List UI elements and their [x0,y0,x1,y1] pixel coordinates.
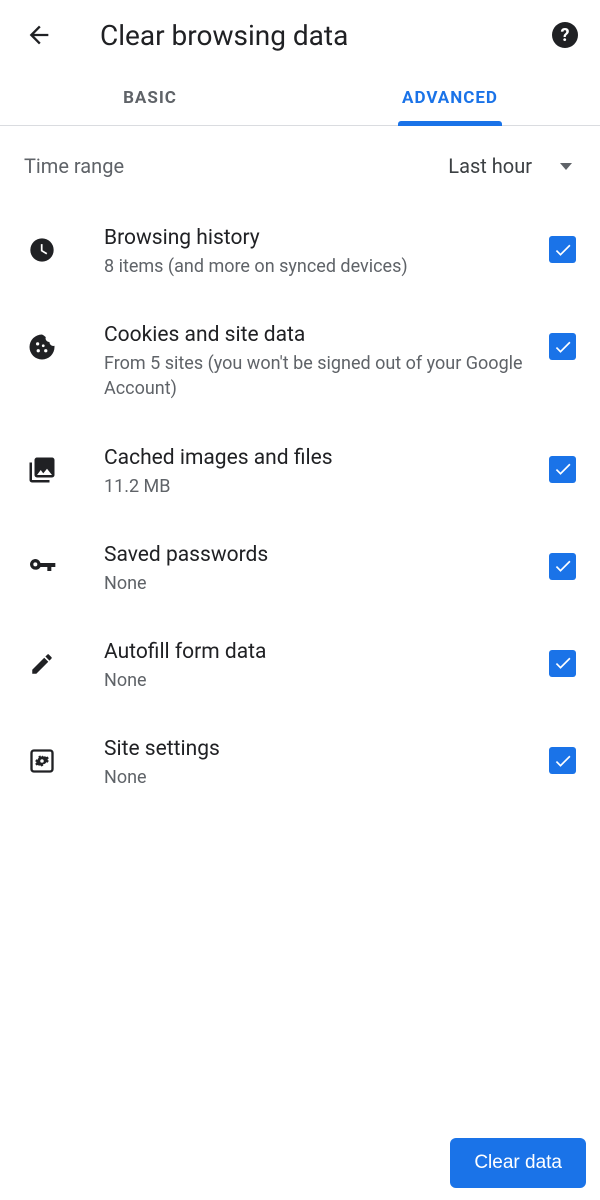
list-item-site-settings: Site settings None [0,715,600,812]
help-icon[interactable]: ? [552,22,578,48]
item-title: Cookies and site data [104,323,533,347]
item-subtitle: 8 items (and more on synced devices) [104,254,533,279]
back-icon[interactable] [22,18,56,52]
tabs: BASIC ADVANCED [0,70,600,126]
data-type-list: Browsing history 8 items (and more on sy… [0,196,600,812]
checkbox-autofill[interactable] [549,650,576,677]
checkbox-site-settings[interactable] [549,747,576,774]
item-title: Cached images and files [104,446,533,470]
item-title: Site settings [104,737,533,761]
tab-advanced[interactable]: ADVANCED [300,70,600,125]
page-title: Clear browsing data [100,19,552,52]
time-range-row: Time range Last hour [0,126,600,196]
list-item-autofill: Autofill form data None [0,618,600,715]
site-settings-icon [24,743,60,779]
time-range-label: Time range [24,154,124,178]
item-subtitle: 11.2 MB [104,474,533,499]
list-item-text: Cached images and files 11.2 MB [104,446,549,499]
list-item-text: Browsing history 8 items (and more on sy… [104,226,549,279]
clear-data-button[interactable]: Clear data [450,1138,586,1188]
list-item-passwords: Saved passwords None [0,521,600,618]
list-item-browsing-history: Browsing history 8 items (and more on sy… [0,204,600,301]
list-item-text: Site settings None [104,737,549,790]
list-item-cached: Cached images and files 11.2 MB [0,424,600,521]
clock-icon [24,232,60,268]
item-title: Browsing history [104,226,533,250]
item-title: Autofill form data [104,640,533,664]
list-item-cookies: Cookies and site data From 5 sites (you … [0,301,600,423]
tab-basic[interactable]: BASIC [0,70,300,125]
item-subtitle: None [104,571,533,596]
header-bar: Clear browsing data ? [0,0,600,70]
key-icon [24,549,60,585]
item-title: Saved passwords [104,543,533,567]
item-subtitle: From 5 sites (you won't be signed out of… [104,351,533,401]
checkbox-passwords[interactable] [549,553,576,580]
checkbox-cached[interactable] [549,456,576,483]
time-range-dropdown[interactable]: Last hour [448,154,576,178]
list-item-text: Autofill form data None [104,640,549,693]
list-item-text: Cookies and site data From 5 sites (you … [104,323,549,401]
cookie-icon [24,329,60,365]
chevron-down-icon [560,163,572,170]
time-range-value: Last hour [448,154,532,178]
item-subtitle: None [104,765,533,790]
image-stack-icon [24,452,60,488]
item-subtitle: None [104,668,533,693]
footer-bar: Clear data [0,1126,600,1200]
pencil-icon [24,646,60,682]
list-item-text: Saved passwords None [104,543,549,596]
checkbox-browsing-history[interactable] [549,236,576,263]
checkbox-cookies[interactable] [549,333,576,360]
